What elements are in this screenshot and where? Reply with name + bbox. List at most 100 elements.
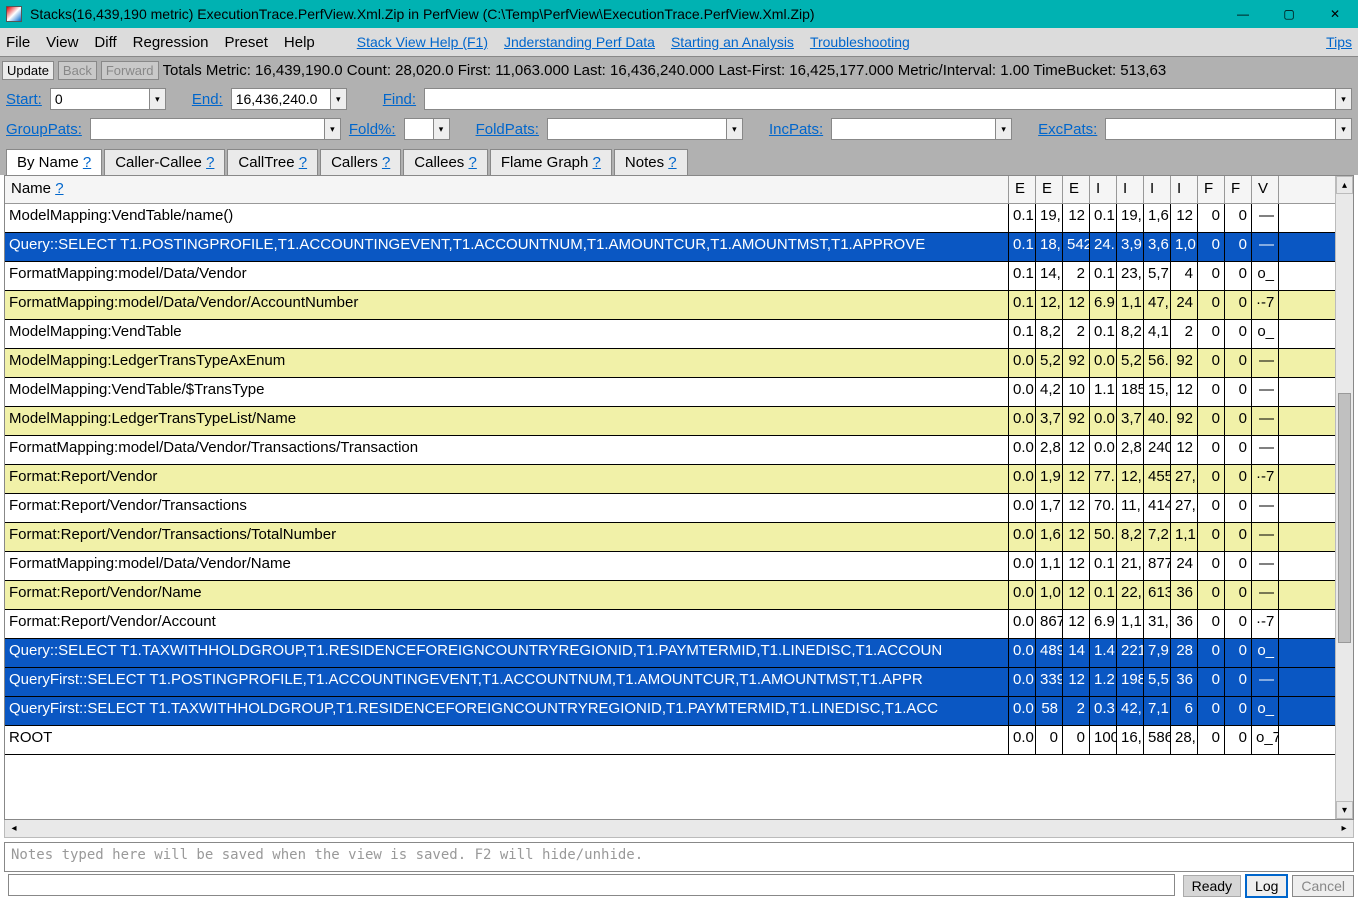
back-button[interactable]: Back (58, 61, 97, 80)
foldpats-dropdown-icon[interactable]: ▾ (727, 118, 743, 140)
header-c9[interactable]: F (1225, 176, 1252, 203)
tab-notes[interactable]: Notes ? (614, 149, 688, 175)
grouppats-input[interactable] (90, 118, 325, 140)
menu-help[interactable]: Help (284, 34, 315, 51)
table-row[interactable]: QueryFirst::SELECT T1.TAXWITHHOLDGROUP,T… (5, 697, 1335, 726)
grouppats-label[interactable]: GroupPats: (6, 121, 82, 138)
start-dropdown-icon[interactable]: ▾ (150, 88, 166, 110)
end-label[interactable]: End: (192, 91, 223, 108)
foldpct-label[interactable]: Fold%: (349, 121, 396, 138)
link-tips[interactable]: Tips (1326, 34, 1352, 50)
table-row[interactable]: Query::SELECT T1.POSTINGPROFILE,T1.ACCOU… (5, 233, 1335, 262)
cell-c1: 0.0 (1009, 726, 1036, 754)
header-c8[interactable]: F (1198, 176, 1225, 203)
cell-c8: 0 (1198, 262, 1225, 290)
update-button[interactable]: Update (2, 61, 54, 80)
tab-byname[interactable]: By Name ? (6, 149, 102, 176)
incpats-dropdown-icon[interactable]: ▾ (996, 118, 1012, 140)
grouppats-dropdown-icon[interactable]: ▾ (325, 118, 341, 140)
header-c1[interactable]: E (1009, 176, 1036, 203)
minimize-button[interactable]: — (1220, 0, 1266, 28)
scroll-thumb[interactable] (1338, 393, 1351, 643)
tab-calltree[interactable]: CallTree ? (227, 149, 318, 175)
start-label[interactable]: Start: (6, 91, 42, 108)
find-input[interactable] (424, 88, 1336, 110)
tab-callers[interactable]: Callers ? (320, 149, 401, 175)
header-c3[interactable]: E (1063, 176, 1090, 203)
cell-c2: 489 (1036, 639, 1063, 667)
cell-c10: — (1252, 552, 1279, 580)
excpats-input[interactable] (1105, 118, 1336, 140)
table-row[interactable]: ModelMapping:VendTable/name()0.119,120.1… (5, 204, 1335, 233)
table-row[interactable]: ROOT0.00010016,58628,00o_7 (5, 726, 1335, 755)
table-row[interactable]: FormatMapping:model/Data/Vendor/Transact… (5, 436, 1335, 465)
header-c2[interactable]: E (1036, 176, 1063, 203)
incpats-label[interactable]: IncPats: (769, 121, 823, 138)
foldpats-label[interactable]: FoldPats: (476, 121, 539, 138)
header-c7[interactable]: I (1171, 176, 1198, 203)
tab-callercallee[interactable]: Caller-Callee ? (104, 149, 225, 175)
maximize-button[interactable]: ▢ (1266, 0, 1312, 28)
cell-c9: 0 (1225, 291, 1252, 319)
cancel-button[interactable]: Cancel (1292, 875, 1354, 897)
table-row[interactable]: Query::SELECT T1.TAXWITHHOLDGROUP,T1.RES… (5, 639, 1335, 668)
table-row[interactable]: ModelMapping:VendTable/$TransType0.04,21… (5, 378, 1335, 407)
menu-file[interactable]: File (6, 34, 30, 51)
menu-preset[interactable]: Preset (225, 34, 268, 51)
table-row[interactable]: Format:Report/Vendor/Name0.01,0120.122,6… (5, 581, 1335, 610)
tab-callees[interactable]: Callees ? (403, 149, 488, 175)
command-input[interactable] (8, 874, 1175, 896)
header-name[interactable]: Name ? (5, 176, 1009, 203)
header-c6[interactable]: I (1144, 176, 1171, 203)
start-input[interactable] (50, 88, 150, 110)
end-dropdown-icon[interactable]: ▾ (331, 88, 347, 110)
vertical-scrollbar[interactable]: ▴ ▾ (1335, 176, 1353, 819)
cell-c2: 1,1 (1036, 552, 1063, 580)
table-row[interactable]: Format:Report/Vendor/Transactions/TotalN… (5, 523, 1335, 552)
table-row[interactable]: Format:Report/Vendor/Account0.0867126.91… (5, 610, 1335, 639)
header-c5[interactable]: I (1117, 176, 1144, 203)
cell-name: FormatMapping:model/Data/Vendor (5, 262, 1009, 290)
notes-input[interactable]: Notes typed here will be saved when the … (4, 842, 1354, 872)
cell-c7: 2 (1171, 320, 1198, 348)
table-row[interactable]: ModelMapping:VendTable0.18,220.18,24,120… (5, 320, 1335, 349)
incpats-input[interactable] (831, 118, 996, 140)
scroll-right-icon[interactable]: ▸ (1335, 823, 1353, 834)
link-starting[interactable]: Starting an Analysis (671, 34, 794, 50)
scroll-up-icon[interactable]: ▴ (1336, 176, 1353, 194)
table-row[interactable]: ModelMapping:LedgerTransTypeAxEnum0.05,2… (5, 349, 1335, 378)
table-row[interactable]: ModelMapping:LedgerTransTypeList/Name0.0… (5, 407, 1335, 436)
menu-view[interactable]: View (46, 34, 78, 51)
table-row[interactable]: FormatMapping:model/Data/Vendor0.114,20.… (5, 262, 1335, 291)
table-row[interactable]: FormatMapping:model/Data/Vendor/Name0.01… (5, 552, 1335, 581)
log-button[interactable]: Log (1245, 874, 1288, 898)
cell-name: ModelMapping:VendTable (5, 320, 1009, 348)
excpats-label[interactable]: ExcPats: (1038, 121, 1097, 138)
close-button[interactable]: ✕ (1312, 0, 1358, 28)
link-stack-help[interactable]: Stack View Help (F1) (357, 34, 488, 50)
header-c10[interactable]: V (1252, 176, 1279, 203)
foldpct-dropdown-icon[interactable]: ▾ (434, 118, 450, 140)
forward-button[interactable]: Forward (101, 61, 159, 80)
menu-diff[interactable]: Diff (94, 34, 116, 51)
end-input[interactable] (231, 88, 331, 110)
table-row[interactable]: Format:Report/Vendor/Transactions0.01,71… (5, 494, 1335, 523)
scroll-left-icon[interactable]: ◂ (5, 823, 23, 834)
link-understanding[interactable]: Jnderstanding Perf Data (504, 34, 655, 50)
header-c4[interactable]: I (1090, 176, 1117, 203)
cell-c5: 198 (1117, 668, 1144, 696)
link-troubleshooting[interactable]: Troubleshooting (810, 34, 910, 50)
menu-regression[interactable]: Regression (133, 34, 209, 51)
table-row[interactable]: FormatMapping:model/Data/Vendor/AccountN… (5, 291, 1335, 320)
cell-name: ROOT (5, 726, 1009, 754)
scroll-down-icon[interactable]: ▾ (1336, 801, 1353, 819)
tab-flamegraph[interactable]: Flame Graph ? (490, 149, 612, 175)
foldpats-input[interactable] (547, 118, 727, 140)
horizontal-scrollbar[interactable]: ◂ ▸ (4, 820, 1354, 838)
foldpct-input[interactable] (404, 118, 434, 140)
excpats-dropdown-icon[interactable]: ▾ (1336, 118, 1352, 140)
table-row[interactable]: Format:Report/Vendor0.01,91277.12,45527,… (5, 465, 1335, 494)
find-label[interactable]: Find: (383, 91, 416, 108)
find-dropdown-icon[interactable]: ▾ (1336, 88, 1352, 110)
table-row[interactable]: QueryFirst::SELECT T1.POSTINGPROFILE,T1.… (5, 668, 1335, 697)
